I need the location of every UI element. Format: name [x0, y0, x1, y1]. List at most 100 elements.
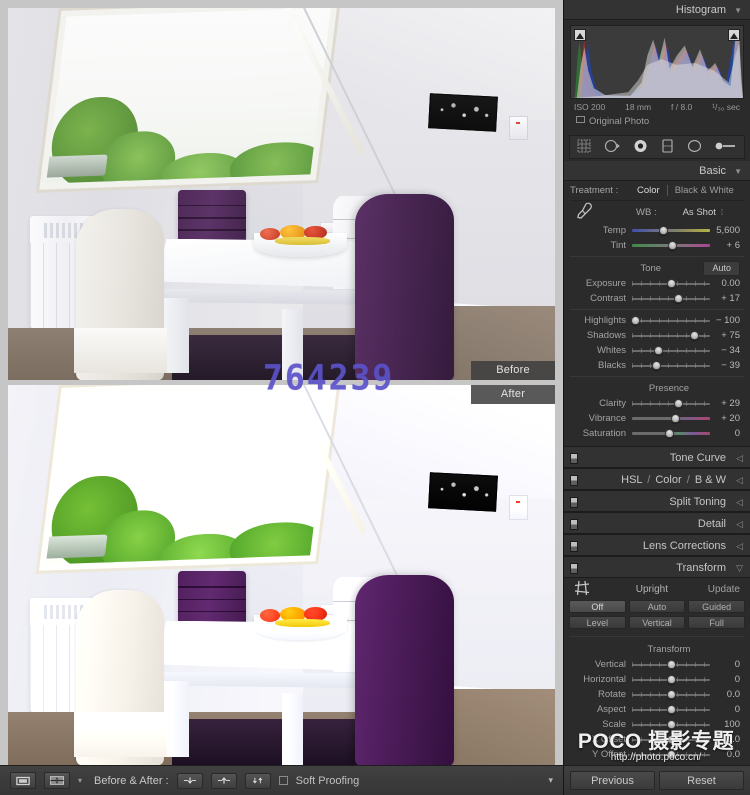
- slider-knob[interactable]: [666, 660, 676, 669]
- slider-knob[interactable]: [666, 675, 676, 684]
- panel-toggle-switch[interactable]: [570, 519, 578, 530]
- slider-value[interactable]: 0.0: [710, 749, 744, 760]
- slider-value[interactable]: 0.0: [710, 734, 744, 745]
- slider-value[interactable]: 0: [710, 428, 744, 439]
- slider-track[interactable]: [630, 315, 710, 326]
- slider-value[interactable]: − 34: [710, 345, 744, 356]
- slider-blacks[interactable]: Blacks − 39: [570, 358, 744, 373]
- panel-toggle-switch[interactable]: [570, 475, 578, 486]
- histogram-header[interactable]: Histogram ▼: [564, 0, 750, 20]
- slider-knob[interactable]: [658, 226, 668, 235]
- panel-lens-corrections[interactable]: Lens Corrections ◁: [564, 534, 750, 556]
- slider-track[interactable]: [632, 330, 710, 341]
- slider-vertical[interactable]: Vertical 0: [570, 657, 744, 672]
- slider-knob[interactable]: [674, 399, 684, 408]
- slider-y-offset[interactable]: Y Offset 0.0: [570, 747, 744, 762]
- slider-track[interactable]: [632, 293, 710, 304]
- panel-tone-curve[interactable]: Tone Curve ◁: [564, 446, 750, 468]
- slider-x-offset[interactable]: X Offset 0.0: [570, 732, 744, 747]
- slider-value[interactable]: 0.00: [710, 278, 744, 289]
- previous-button[interactable]: Previous: [570, 771, 655, 790]
- slider-track[interactable]: [632, 240, 710, 251]
- chevron-down-icon[interactable]: ▼: [734, 6, 742, 15]
- slider-knob[interactable]: [671, 414, 681, 423]
- upright-guided-button[interactable]: Guided: [688, 600, 746, 613]
- slider-value[interactable]: − 39: [710, 360, 744, 371]
- slider-whites[interactable]: Whites − 34: [570, 343, 744, 358]
- slider-value[interactable]: 0: [710, 674, 744, 685]
- red-eye-correction-icon[interactable]: [633, 139, 648, 156]
- slider-scale[interactable]: Scale 100: [570, 717, 744, 732]
- slider-saturation[interactable]: Saturation 0: [570, 426, 744, 441]
- slider-track[interactable]: [632, 674, 710, 685]
- slider-clarity[interactable]: Clarity + 29: [570, 396, 744, 411]
- histogram-graph[interactable]: [570, 25, 744, 99]
- white-balance-eyedropper-icon[interactable]: [570, 202, 596, 223]
- panel-title-bw[interactable]: B & W: [695, 474, 726, 486]
- slider-track[interactable]: [632, 413, 710, 424]
- upright-level-button[interactable]: Level: [569, 616, 626, 629]
- slider-value[interactable]: 5,600: [710, 225, 744, 236]
- wb-dropdown-icon[interactable]: ⁞: [721, 208, 723, 217]
- chevron-left-icon[interactable]: ◁: [736, 447, 743, 469]
- slider-shadows[interactable]: Shadows + 75: [570, 328, 744, 343]
- panel-toggle-switch[interactable]: [570, 563, 578, 574]
- slider-value[interactable]: 100: [710, 719, 744, 730]
- slider-value[interactable]: 0: [710, 659, 744, 670]
- chevron-left-icon[interactable]: ◁: [736, 491, 743, 513]
- transform-grid-icon[interactable]: [568, 580, 596, 599]
- slider-knob[interactable]: [673, 294, 683, 303]
- panel-toggle-switch[interactable]: [570, 497, 578, 508]
- chevron-down-icon[interactable]: ▽: [736, 557, 743, 579]
- panel-toggle-switch[interactable]: [570, 453, 578, 464]
- slider-track[interactable]: [632, 734, 710, 745]
- slider-knob[interactable]: [666, 735, 676, 744]
- chevron-left-icon[interactable]: ◁: [736, 469, 743, 491]
- slider-highlights[interactable]: Highlights − 100: [570, 313, 744, 328]
- treatment-color-option[interactable]: Color: [630, 185, 667, 196]
- slider-contrast[interactable]: Contrast + 17: [570, 291, 744, 306]
- slider-track[interactable]: [632, 659, 710, 670]
- auto-tone-button[interactable]: Auto: [703, 260, 740, 276]
- before-after-split-icon[interactable]: [44, 772, 70, 789]
- shadow-clipping-icon[interactable]: [574, 29, 586, 41]
- slider-track[interactable]: [632, 345, 710, 356]
- panel-detail[interactable]: Detail ◁: [564, 512, 750, 534]
- chevron-left-icon[interactable]: ◁: [736, 513, 743, 535]
- panel-title-hsl[interactable]: HSL: [621, 474, 642, 486]
- slider-aspect[interactable]: Aspect 0: [570, 702, 744, 717]
- slider-value[interactable]: + 20: [710, 413, 744, 424]
- slider-value[interactable]: + 17: [710, 293, 744, 304]
- reset-button[interactable]: Reset: [659, 771, 744, 790]
- original-photo-row[interactable]: Original Photo: [570, 112, 744, 133]
- slider-value[interactable]: − 100: [710, 315, 744, 326]
- slider-knob[interactable]: [652, 361, 662, 370]
- chevron-down-icon[interactable]: ▼: [734, 167, 742, 176]
- slider-knob[interactable]: [666, 279, 676, 288]
- slider-knob[interactable]: [664, 429, 674, 438]
- slider-value[interactable]: 0: [710, 704, 744, 715]
- panel-split-toning[interactable]: Split Toning ◁: [564, 490, 750, 512]
- slider-horizontal[interactable]: Horizontal 0: [570, 672, 744, 687]
- slider-track[interactable]: [632, 360, 710, 371]
- view-mode-caret[interactable]: ▾: [78, 776, 82, 785]
- slider-track[interactable]: [632, 689, 710, 700]
- slider-track[interactable]: [632, 398, 710, 409]
- slider-tint[interactable]: Tint + 6: [570, 238, 744, 253]
- slider-exposure[interactable]: Exposure 0.00: [570, 276, 744, 291]
- upright-full-button[interactable]: Full: [688, 616, 746, 629]
- radial-filter-icon[interactable]: [687, 139, 702, 156]
- adjustment-brush-icon[interactable]: [715, 139, 737, 156]
- slider-value[interactable]: 0.0: [710, 689, 744, 700]
- chevron-left-icon[interactable]: ◁: [736, 535, 743, 557]
- panel-title-color[interactable]: Color: [655, 474, 681, 486]
- treatment-bw-option[interactable]: Black & White: [668, 185, 741, 196]
- slider-knob[interactable]: [654, 346, 664, 355]
- slider-value[interactable]: + 29: [710, 398, 744, 409]
- slider-knob[interactable]: [666, 690, 676, 699]
- soft-proofing-checkbox[interactable]: [278, 776, 288, 785]
- slider-knob[interactable]: [666, 705, 676, 714]
- graduated-filter-icon[interactable]: [661, 138, 674, 156]
- slider-value[interactable]: + 75: [710, 330, 744, 341]
- swap-settings-icon[interactable]: [244, 772, 271, 789]
